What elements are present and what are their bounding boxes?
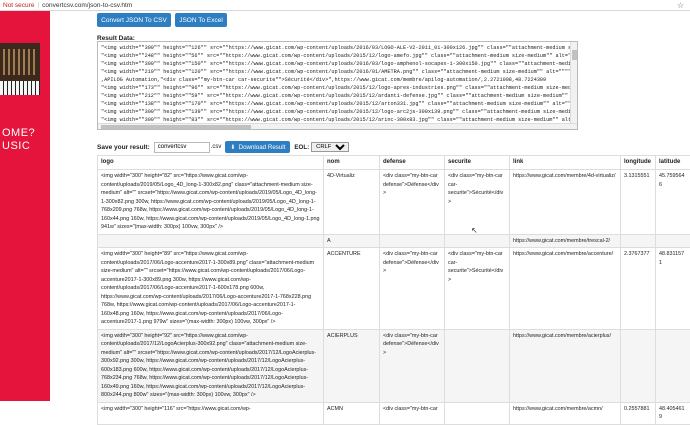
result-vertical-scrollbar[interactable] [570,42,577,129]
table-cell-logo: <img width="300" height="92" src="https:… [98,329,324,402]
table-cell-securite: <div class="my-btn-car car-securite">Séc… [445,248,510,330]
table-cell-defense [380,234,445,248]
side-advertisement[interactable]: OME? USIC [0,11,50,401]
table-cell-logo [98,234,324,248]
table-cell-link: https://www.gicat.com/membre/4d-virtuali… [510,170,621,235]
table-cell-logo: <img width="300" height="89" src="https:… [98,248,324,330]
download-result-button[interactable]: ⬇ Download Result [225,141,290,153]
convert-json-to-csv-button[interactable]: Convert JSON To CSV [97,13,171,27]
table-row: <img width="300" height="116" src="https… [98,402,690,424]
table-cell-logo: <img width="300" height="116" src="https… [98,402,324,424]
table-cell-link: https://www.gicat.com/membre/acmn/ [510,402,621,424]
table-cell-nom: ACIERPLUS [324,329,380,402]
result-table: logonomdefensesecuritelinklongitudelatit… [97,155,690,425]
table-cell-defense: <div class="my-btn-car defense">Défense<… [380,329,445,402]
eol-label: EOL: [294,144,309,151]
table-row: Ahttps://www.gicat.com/membre/trescal-2/ [98,234,690,248]
column-header-nom[interactable]: nom [324,156,380,170]
result-line: "<img width=""300"" height=""139"" src="… [101,108,567,116]
result-line: "<img width=""219"" height=""120"" src="… [101,68,567,76]
table-cell-securite [445,402,510,424]
table-cell-longitude: 2.3767377 [621,248,656,330]
table-body: <img width="300" height="82" src="https:… [98,170,690,425]
table-cell-latitude [656,329,690,402]
ad-text-line2: USIC [2,140,30,152]
column-header-longitude[interactable]: longitude [621,156,656,170]
table-cell-longitude: 0.2557881 [621,402,656,424]
result-vertical-scroll-thumb[interactable] [572,50,577,60]
table-cell-latitude [656,234,690,248]
result-line: ,APILOG Automation,"<div class=""my-btn-… [101,76,567,84]
table-cell-latitude: 45.7595646 [656,170,690,235]
save-result-row: Save your result: .csv ⬇ Download Result… [97,141,349,153]
file-extension-label: .csv [211,144,222,150]
result-line: "<img width=""248"" height=""56"" src=""… [101,52,567,60]
bookmark-star-icon[interactable]: ☆ [677,1,684,10]
synthesizer-knobs [3,49,37,75]
synthesizer-keys [0,81,40,95]
synthesizer-image [0,43,40,95]
result-line: "<img width=""173"" height=""96"" src=""… [101,84,567,92]
not-secure-label[interactable]: Not secure [3,2,34,9]
table-cell-latitude: 48.4054619 [656,402,690,424]
table-cell-latitude: 48.8311571 [656,248,690,330]
result-line: "<img width=""138"" height=""170"" src="… [101,100,567,108]
result-line: "<img width=""212"" height=""59"" src=""… [101,92,567,100]
mouse-cursor-icon: ↖ [471,226,478,235]
result-horizontal-scroll-thumb[interactable] [101,125,251,129]
column-header-securite[interactable]: securite [445,156,510,170]
table-cell-nom: A [324,234,380,248]
table-cell-logo: <img width="300" height="82" src="https:… [98,170,324,235]
table-cell-nom: 4D-Virtualiz [324,170,380,235]
ad-text-line1: OME? [2,127,35,139]
table-cell-defense: <div class="my-btn-car defense">Défense<… [380,248,445,330]
result-line: "<img width=""300"" height=""126"" src="… [101,44,567,52]
save-result-label: Save your result: [97,144,150,151]
result-table-container: logonomdefensesecuritelinklongitudelatit… [97,155,690,425]
address-separator: | [37,2,39,9]
table-cell-securite [445,234,510,248]
table-row: <img width="300" height="92" src="https:… [98,329,690,402]
table-cell-nom: ACCENTURE [324,248,380,330]
url-text[interactable]: convertcsv.com/json-to-csv.htm [42,2,132,9]
column-header-defense[interactable]: defense [380,156,445,170]
address-bar[interactable]: Not secure | convertcsv.com/json-to-csv.… [0,0,690,11]
table-cell-link: https://www.gicat.com/membre/accenture/ [510,248,621,330]
column-header-logo[interactable]: logo [98,156,324,170]
table-cell-defense: <div class="my-btn-car [380,402,445,424]
table-cell-link: https://www.gicat.com/membre/trescal-2/ [510,234,621,248]
table-header-row: logonomdefensesecuritelinklongitudelatit… [98,156,690,170]
result-line: "<img width=""300"" height=""150"" src="… [101,60,567,68]
result-horizontal-scrollbar[interactable] [98,123,577,129]
column-header-link[interactable]: link [510,156,621,170]
table-cell-defense: <div class="my-btn-car defense">Défense<… [380,170,445,235]
filename-input[interactable] [154,142,210,153]
table-row: <img width="300" height="89" src="https:… [98,248,690,330]
table-cell-nom: ACMN [324,402,380,424]
result-data-textarea[interactable]: "<img width=""300"" height=""126"" src="… [97,41,578,130]
download-icon: ⬇ [230,144,235,151]
eol-select[interactable]: CRLF [311,142,349,152]
table-cell-longitude: 3.1315551 [621,170,656,235]
table-cell-longitude [621,234,656,248]
table-cell-longitude [621,329,656,402]
table-row: <img width="300" height="82" src="https:… [98,170,690,235]
table-cell-link: https://www.gicat.com/membre/acierplus/ [510,329,621,402]
table-cell-securite [445,329,510,402]
column-header-latitude[interactable]: latitude [656,156,690,170]
json-to-excel-button[interactable]: JSON To Excel [175,13,227,27]
download-result-label: Download Result [239,144,286,151]
table-cell-securite: <div class="my-btn-car car-securite">Séc… [445,170,510,235]
